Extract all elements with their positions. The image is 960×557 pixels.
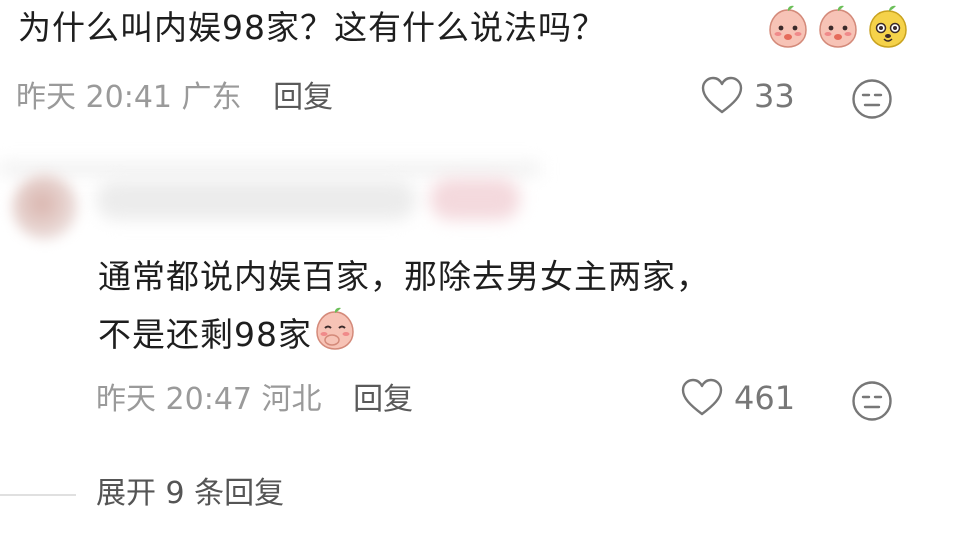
reply-like-button[interactable]: 461 bbox=[680, 378, 795, 418]
reply-like-count: 461 bbox=[734, 379, 796, 417]
author-badge-blurred bbox=[430, 178, 520, 220]
comment-location: 广东 bbox=[181, 80, 242, 115]
expand-replies-button[interactable]: 展开 9 条回复 bbox=[96, 474, 284, 514]
dislike-face-icon[interactable] bbox=[851, 78, 893, 120]
blurred-divider bbox=[0, 162, 540, 176]
heart-icon bbox=[681, 378, 723, 416]
reply-time: 昨天 20:47 bbox=[96, 382, 252, 417]
comment-like-count: 33 bbox=[754, 77, 795, 115]
reply-reply-button[interactable]: 回复 bbox=[353, 382, 413, 417]
peach-cover-mouth-emoji bbox=[316, 307, 354, 350]
heart-icon bbox=[701, 76, 743, 114]
comment-emoji-row bbox=[765, 4, 911, 50]
avatar[interactable] bbox=[12, 174, 78, 240]
author-name-blurred[interactable] bbox=[96, 180, 416, 220]
peach-face-emoji bbox=[819, 5, 857, 48]
comment-time: 昨天 20:41 bbox=[16, 80, 172, 115]
comment-meta: 昨天 20:41 广东 回复 bbox=[16, 78, 333, 118]
reply-text-line1: 通常都说内娱百家，那除去男女主两家， bbox=[98, 257, 710, 296]
comment-like-button[interactable]: 33 bbox=[700, 76, 795, 116]
reply-meta: 昨天 20:47 河北 回复 bbox=[96, 380, 413, 420]
comment-text: 为什么叫内娱98家？这有什么说法吗？ bbox=[18, 8, 606, 47]
reply-location: 河北 bbox=[261, 382, 322, 417]
reply-text-line2-wrap: 不是还剩98家 bbox=[98, 306, 710, 364]
peach-face-emoji bbox=[769, 5, 807, 48]
dislike-face-icon[interactable] bbox=[851, 380, 893, 422]
reply-text: 通常都说内娱百家，那除去男女主两家， 不是还剩98家 bbox=[98, 248, 710, 364]
yellow-dog-face-emoji bbox=[869, 5, 907, 48]
comment-reply-button[interactable]: 回复 bbox=[273, 80, 333, 115]
reply-text-line2: 不是还剩98家 bbox=[98, 315, 312, 354]
expand-divider bbox=[0, 494, 76, 496]
